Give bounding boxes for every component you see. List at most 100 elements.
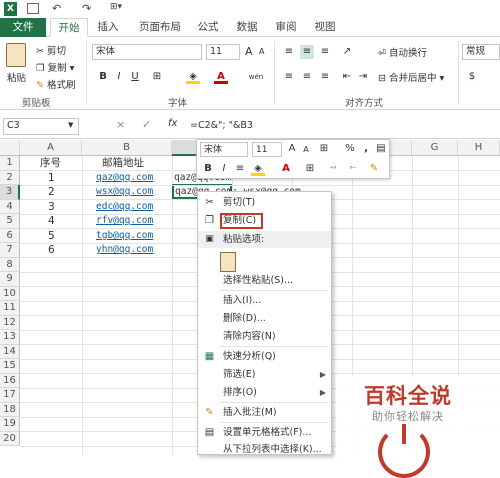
paste-button[interactable]: 粘贴 bbox=[7, 70, 26, 84]
cell-b6[interactable]: tgb@qq.com bbox=[96, 229, 153, 243]
menu-item-insert[interactable]: 插入(I)... bbox=[198, 292, 331, 309]
tab-formulas[interactable]: 公式 bbox=[193, 18, 223, 37]
row-header[interactable]: 7 bbox=[0, 243, 20, 258]
menu-item-cut[interactable]: ✂ 剪切(T) bbox=[198, 194, 331, 211]
grow-font-button[interactable]: A bbox=[245, 45, 253, 58]
align-bottom-button[interactable]: ≡ bbox=[318, 45, 332, 59]
row-header[interactable]: 12 bbox=[0, 315, 20, 330]
save-icon[interactable] bbox=[27, 3, 39, 14]
cell-b1[interactable]: 邮箱地址 bbox=[102, 156, 144, 170]
cancel-icon[interactable]: × bbox=[116, 118, 125, 131]
row-header[interactable]: 3 bbox=[0, 185, 20, 200]
row-header[interactable]: 8 bbox=[0, 257, 20, 272]
menu-item-paste-special[interactable]: 选择性粘贴(S)... bbox=[198, 272, 331, 289]
insert-function-icon[interactable]: fx bbox=[168, 118, 177, 129]
mini-align-icon[interactable]: ≡ bbox=[233, 162, 247, 176]
font-size-select[interactable]: 11 bbox=[206, 44, 240, 60]
cell-a3[interactable]: 2 bbox=[48, 185, 55, 199]
copy-button[interactable]: ❐ 复制 ▾ bbox=[36, 60, 74, 74]
increase-indent-button[interactable]: ⇥ bbox=[356, 70, 370, 84]
decrease-indent-button[interactable]: ⇤ bbox=[340, 70, 354, 84]
tab-insert[interactable]: 插入 bbox=[93, 18, 123, 37]
fill-color-icon[interactable]: ◈ bbox=[186, 70, 200, 84]
tab-review[interactable]: 审阅 bbox=[271, 18, 301, 37]
format-painter-button[interactable]: ✎ 格式刷 bbox=[36, 77, 76, 91]
row-header[interactable]: 6 bbox=[0, 228, 20, 243]
undo-icon[interactable]: ↶ bbox=[52, 2, 61, 16]
menu-item-format-cells[interactable]: ▤ 设置单元格格式(F)... bbox=[198, 424, 331, 441]
paste-option-icon[interactable] bbox=[220, 252, 236, 272]
select-all-corner[interactable] bbox=[0, 140, 20, 156]
row-header[interactable]: 11 bbox=[0, 301, 20, 316]
cell-b3[interactable]: wsx@qq.com bbox=[96, 185, 153, 199]
align-center-button[interactable]: ≡ bbox=[300, 70, 314, 84]
tab-home[interactable]: 开始 bbox=[50, 18, 88, 37]
customize-icon[interactable]: ⊞▾ bbox=[110, 2, 122, 16]
mini-currency-button[interactable]: ⊞ bbox=[317, 142, 331, 156]
mini-fill-color-icon[interactable]: ◈ bbox=[251, 162, 265, 176]
orientation-button[interactable]: ↗ bbox=[340, 45, 354, 59]
redo-icon[interactable]: ↷ bbox=[82, 2, 91, 16]
row-header[interactable]: 2 bbox=[0, 170, 20, 185]
mini-italic-button[interactable]: I bbox=[217, 162, 231, 176]
number-format-select[interactable]: 常规 bbox=[462, 44, 500, 60]
italic-button[interactable]: I bbox=[112, 70, 126, 84]
column-header-g[interactable]: G bbox=[412, 140, 458, 156]
row-header[interactable]: 14 bbox=[0, 344, 20, 359]
cell-a6[interactable]: 5 bbox=[48, 229, 55, 243]
menu-item-sort[interactable]: 排序(O) ▶ bbox=[198, 384, 331, 401]
cut-button[interactable]: ✂ 剪切 bbox=[36, 43, 66, 57]
phonetic-button[interactable]: wén bbox=[246, 70, 266, 84]
cell-a2[interactable]: 1 bbox=[48, 171, 55, 185]
align-middle-button[interactable]: ≡ bbox=[300, 45, 314, 59]
row-header[interactable]: 16 bbox=[0, 373, 20, 388]
row-header[interactable]: 18 bbox=[0, 402, 20, 417]
row-header[interactable]: 19 bbox=[0, 417, 20, 432]
row-header[interactable]: 10 bbox=[0, 286, 20, 301]
menu-item-delete[interactable]: 删除(D)... bbox=[198, 310, 331, 327]
row-header[interactable]: 4 bbox=[0, 199, 20, 214]
menu-item-insert-comment[interactable]: ✎ 插入批注(M) bbox=[198, 404, 331, 421]
wrap-text-button[interactable]: ⏎ 自动换行 bbox=[378, 45, 427, 59]
tab-view[interactable]: 视图 bbox=[310, 18, 340, 37]
menu-item-pick-from-list[interactable]: 从下拉列表中选择(K)... bbox=[198, 441, 331, 458]
cell-b2[interactable]: qaz@qq.com bbox=[96, 171, 153, 185]
tab-page-layout[interactable]: 页面布局 bbox=[134, 18, 186, 37]
cell-b4[interactable]: edc@qq.com bbox=[96, 200, 153, 214]
underline-button[interactable]: U bbox=[128, 70, 142, 84]
mini-format-painter-icon[interactable]: ✎ bbox=[367, 162, 381, 176]
currency-button[interactable]: $ bbox=[465, 70, 479, 84]
merge-center-button[interactable]: ⊟ 合并后居中 ▾ bbox=[378, 70, 444, 84]
mini-comma-button[interactable]: , bbox=[359, 142, 373, 156]
cell-a1[interactable]: 序号 bbox=[40, 156, 61, 170]
mini-size-select[interactable]: 11 bbox=[252, 142, 282, 157]
row-header[interactable]: 1 bbox=[0, 156, 20, 171]
mini-grow-font-button[interactable]: A bbox=[285, 142, 299, 156]
name-box-dropdown-icon[interactable]: ▼ bbox=[68, 121, 73, 129]
bold-button[interactable]: B bbox=[96, 70, 110, 84]
align-top-button[interactable]: ≡ bbox=[282, 45, 296, 59]
cell-b5[interactable]: rfv@qq.com bbox=[96, 214, 153, 228]
menu-item-copy[interactable]: ❐ 复制(C) bbox=[198, 212, 331, 229]
mini-font-color-icon[interactable]: A bbox=[279, 162, 293, 176]
row-header[interactable]: 5 bbox=[0, 214, 20, 229]
column-header-b[interactable]: B bbox=[82, 140, 172, 156]
formula-input[interactable]: =C2&"; "&B3 bbox=[186, 118, 500, 135]
mini-shrink-font-button[interactable]: A bbox=[299, 143, 313, 157]
row-header[interactable]: 20 bbox=[0, 431, 20, 446]
menu-item-clear-contents[interactable]: 清除内容(N) bbox=[198, 328, 331, 345]
row-header[interactable]: 17 bbox=[0, 388, 20, 403]
menu-item-quick-analysis[interactable]: ▦ 快速分析(Q) bbox=[198, 348, 331, 365]
cell-a7[interactable]: 6 bbox=[48, 243, 55, 257]
mini-bold-button[interactable]: B bbox=[201, 162, 215, 176]
cell-a4[interactable]: 3 bbox=[48, 200, 55, 214]
align-right-button[interactable]: ≡ bbox=[318, 70, 332, 84]
paste-icon[interactable] bbox=[6, 43, 26, 67]
tab-file[interactable]: 文件 bbox=[0, 18, 46, 37]
menu-item-filter[interactable]: 筛选(E) ▶ bbox=[198, 366, 331, 383]
cell-a5[interactable]: 4 bbox=[48, 214, 55, 228]
column-header-h[interactable]: H bbox=[458, 140, 500, 156]
cell-b7[interactable]: yhn@qq.com bbox=[96, 243, 153, 257]
enter-icon[interactable]: ✓ bbox=[142, 118, 151, 131]
row-header[interactable]: 9 bbox=[0, 272, 20, 287]
